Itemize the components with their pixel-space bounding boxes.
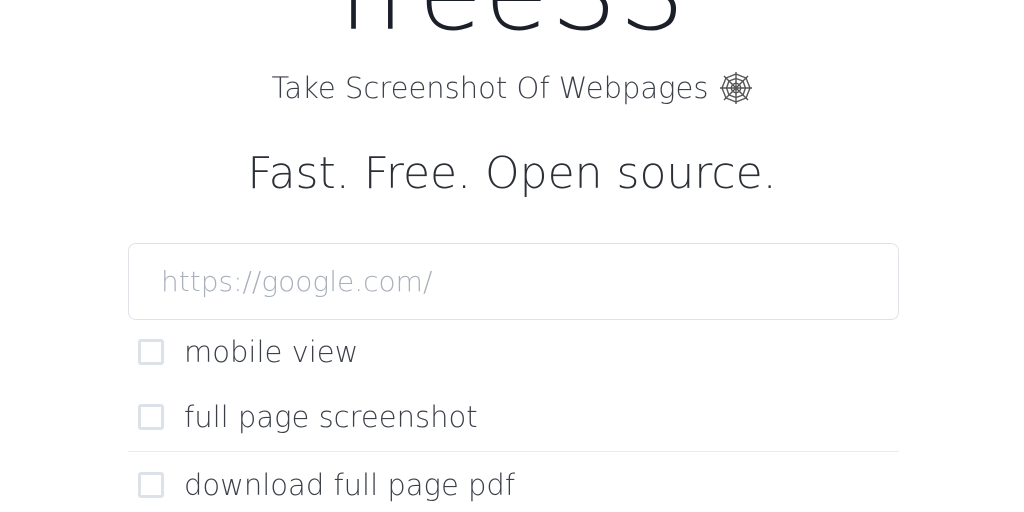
mobile-view-checkbox[interactable] (138, 339, 164, 365)
tagline: Take Screenshot Of Webpages (0, 68, 1024, 108)
full-page-screenshot-checkbox[interactable] (138, 404, 164, 430)
page: freeSS Take Screenshot Of Webpages Fast.… (0, 0, 1024, 512)
spider-web-icon (719, 71, 753, 105)
option-label: full page screenshot (184, 400, 478, 434)
option-label: download full page pdf (184, 468, 516, 502)
option-full-page-screenshot[interactable]: full page screenshot (138, 397, 478, 437)
download-pdf-checkbox[interactable] (138, 472, 164, 498)
logo-text: freeSS (0, 0, 1024, 48)
divider (128, 451, 899, 452)
option-mobile-view[interactable]: mobile view (138, 332, 358, 372)
url-input[interactable] (128, 243, 899, 320)
headline: Fast. Free. Open source. (247, 148, 777, 199)
option-label: mobile view (184, 335, 359, 369)
tagline-text: Take Screenshot Of Webpages (271, 71, 709, 105)
option-download-pdf[interactable]: download full page pdf (138, 465, 515, 505)
